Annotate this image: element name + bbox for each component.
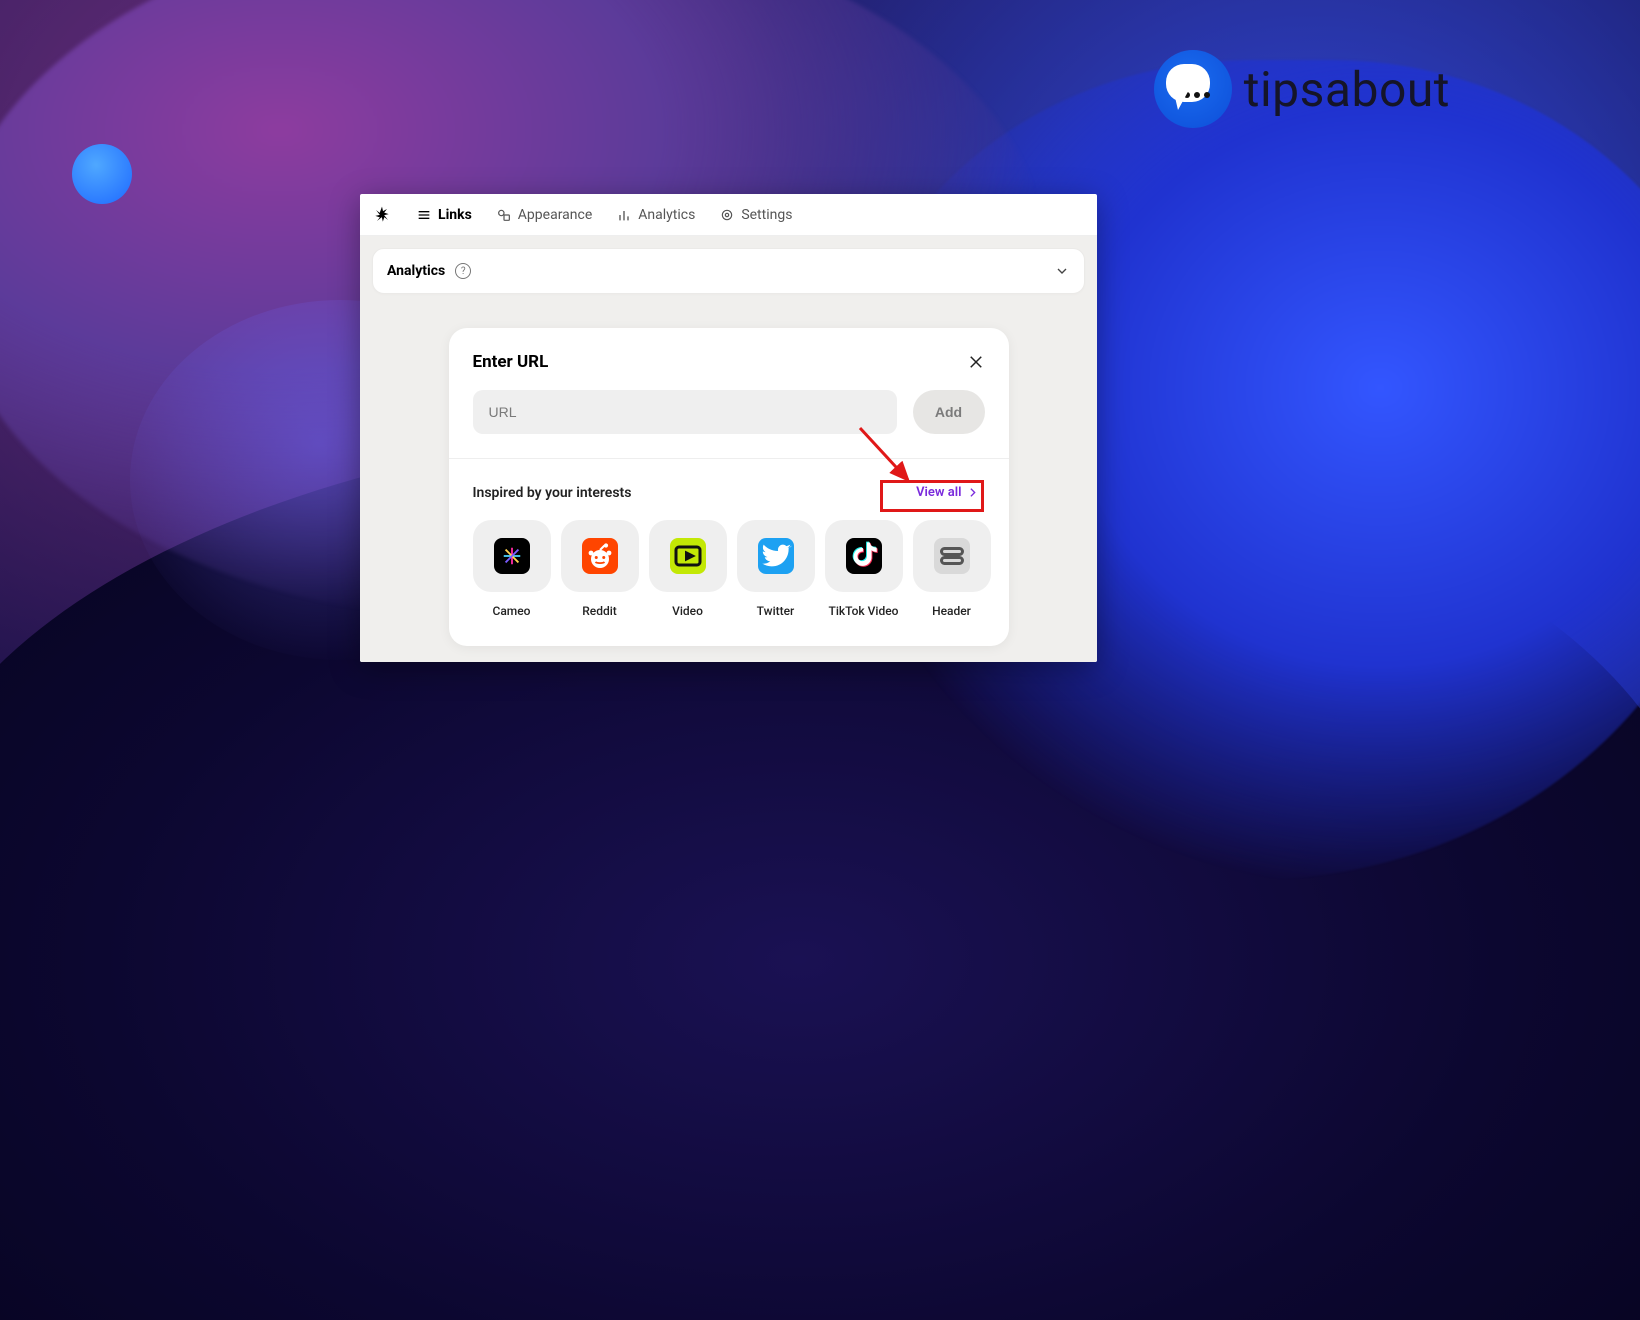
tile-label: Header [932, 604, 971, 618]
tile-label: Reddit [582, 604, 617, 618]
tile-tiktok[interactable]: TikTok Video [825, 520, 903, 618]
page-body: Analytics ? Enter URL Add Inspired by yo… [360, 236, 1097, 662]
view-all-link[interactable]: View all [910, 481, 984, 504]
list-icon [416, 207, 432, 223]
interest-tiles: Cameo Reddit Video [473, 520, 985, 618]
tile-header[interactable]: Header [913, 520, 991, 618]
close-icon[interactable] [967, 353, 985, 371]
cameo-icon [494, 538, 530, 574]
chevron-down-icon [1054, 263, 1070, 279]
bg-dot [72, 144, 132, 204]
analytics-collapsible[interactable]: Analytics ? [372, 248, 1085, 294]
brand-logo-icon [1154, 50, 1232, 128]
tile-label: Cameo [493, 604, 531, 618]
nav-analytics[interactable]: Analytics [616, 207, 695, 223]
help-icon[interactable]: ? [455, 263, 471, 279]
nav-analytics-label: Analytics [638, 207, 695, 223]
app-window: Links Appearance Analytics Settings Anal… [360, 194, 1097, 662]
tile-cameo[interactable]: Cameo [473, 520, 551, 618]
twitter-icon [758, 538, 794, 574]
tile-reddit[interactable]: Reddit [561, 520, 639, 618]
top-nav: Links Appearance Analytics Settings [360, 194, 1097, 236]
url-input[interactable] [473, 390, 897, 434]
tile-label: Twitter [757, 604, 795, 618]
reddit-icon [582, 538, 618, 574]
enter-url-card: Enter URL Add Inspired by your interests… [449, 328, 1009, 646]
video-icon [670, 538, 706, 574]
brand-name: tipsabout [1244, 61, 1450, 118]
add-button[interactable]: Add [913, 390, 985, 434]
bar-chart-icon [616, 207, 632, 223]
interests-title: Inspired by your interests [473, 485, 632, 501]
shapes-icon [496, 207, 512, 223]
view-all-label: View all [916, 485, 961, 500]
nav-appearance[interactable]: Appearance [496, 207, 592, 223]
app-logo-icon [372, 205, 392, 225]
tile-label: Video [672, 604, 703, 618]
card-title: Enter URL [473, 352, 549, 372]
nav-settings[interactable]: Settings [719, 207, 792, 223]
tiktok-icon [846, 538, 882, 574]
nav-links[interactable]: Links [416, 207, 472, 223]
tile-label: TikTok Video [829, 604, 899, 618]
brand-watermark: tipsabout [1154, 50, 1450, 128]
divider [449, 458, 1009, 459]
gear-icon [719, 207, 735, 223]
header-icon [934, 538, 970, 574]
nav-links-label: Links [438, 207, 472, 223]
tile-twitter[interactable]: Twitter [737, 520, 815, 618]
tile-video[interactable]: Video [649, 520, 727, 618]
chevron-right-icon [966, 486, 979, 499]
nav-appearance-label: Appearance [518, 207, 592, 223]
nav-settings-label: Settings [741, 207, 792, 223]
analytics-title: Analytics [387, 263, 445, 279]
